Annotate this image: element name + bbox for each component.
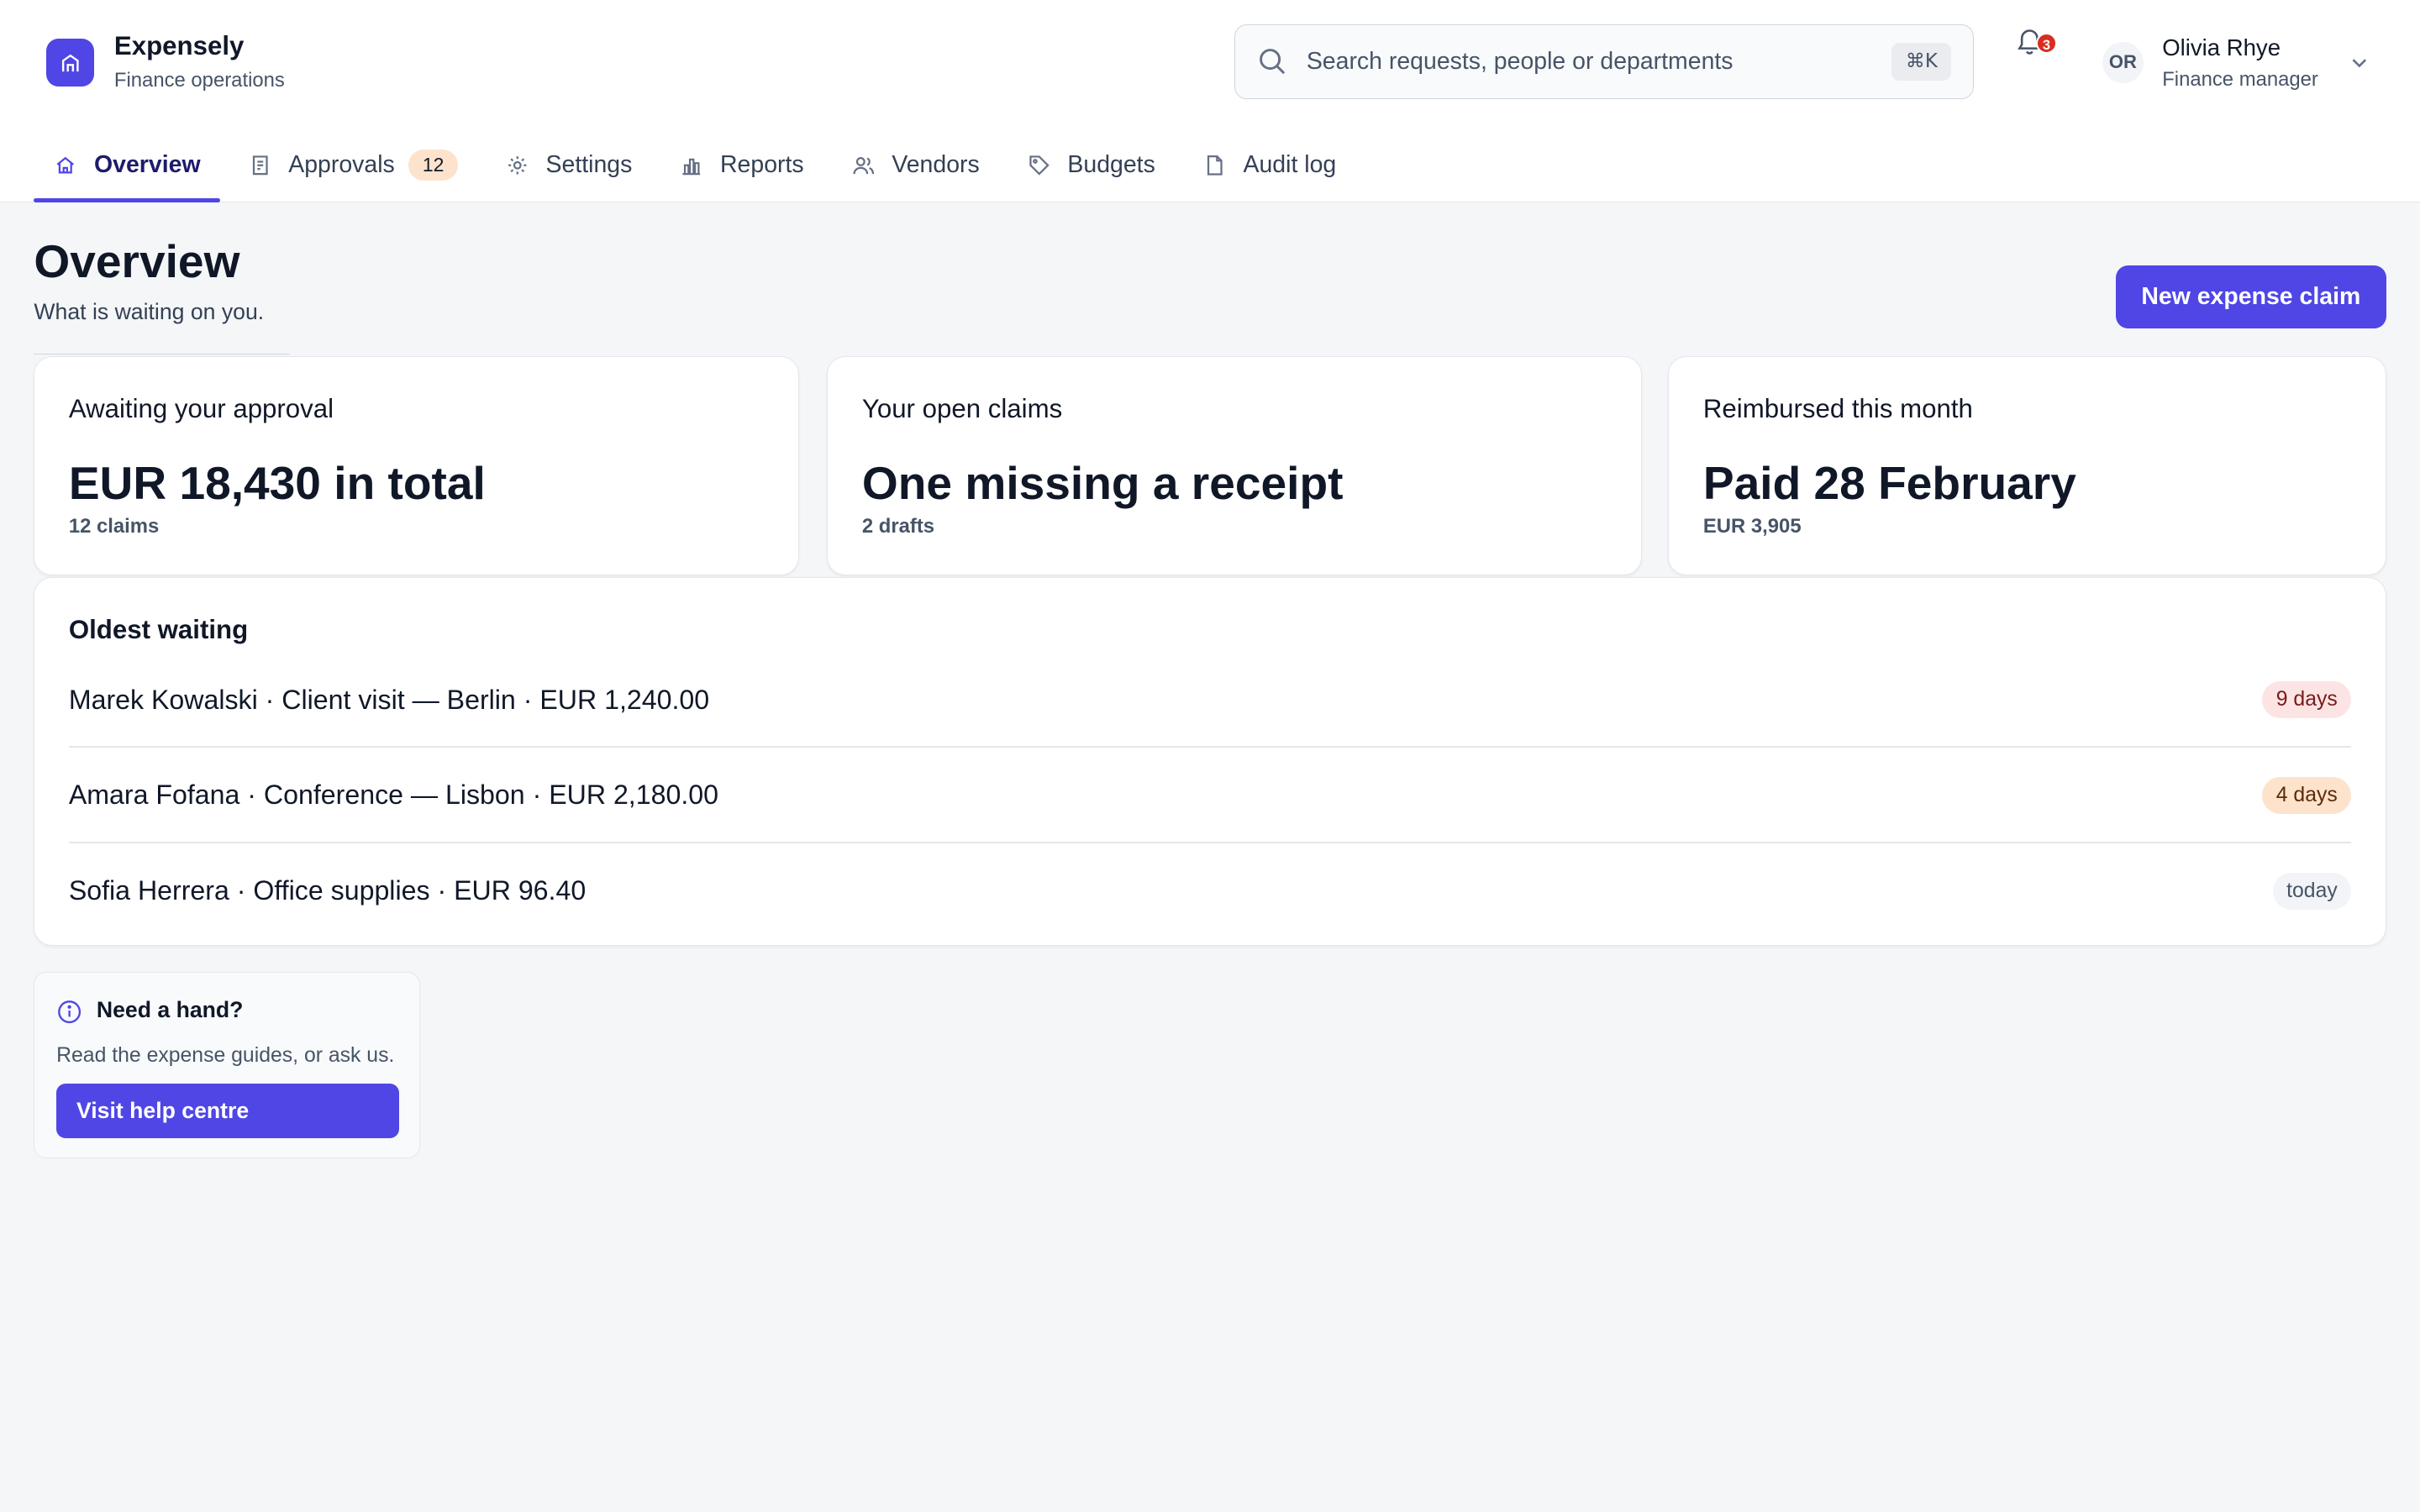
tab-overview[interactable]: Overview — [34, 129, 221, 202]
user-role: Finance manager — [2162, 68, 2318, 92]
age-badge: 9 days — [2262, 680, 2352, 719]
brand-logo-icon — [46, 38, 95, 87]
stat-value: Paid 28 February — [1702, 456, 2076, 509]
bar-chart-icon — [682, 158, 701, 175]
tab-label: Audit log — [1243, 151, 1337, 179]
age-badge: 4 days — [2262, 776, 2352, 814]
tab-label: Settings — [545, 151, 633, 179]
avatar: OR — [2102, 41, 2144, 84]
tab-label: Vendors — [892, 151, 980, 179]
stat-value: One missing a receipt — [861, 456, 1344, 509]
heading-divider — [34, 353, 291, 355]
stat-card-open-claims[interactable]: Your open claims One missing a receipt 2… — [827, 356, 1643, 576]
search-box[interactable]: ⌘K — [1234, 24, 1975, 99]
approvals-count-badge: 12 — [408, 150, 458, 181]
tab-label: Budgets — [1067, 151, 1155, 179]
tab-label: Overview — [94, 151, 201, 179]
page-subtitle: What is waiting on you. — [34, 299, 265, 325]
tab-reports[interactable]: Reports — [660, 129, 823, 200]
age-badge: today — [2272, 872, 2352, 910]
list-item[interactable]: Marek Kowalski · Client visit — Berlin ·… — [68, 652, 2352, 748]
main-tabs: Overview Approvals 12 Settings Reports V… — [34, 129, 1364, 202]
info-icon — [58, 1000, 82, 1024]
stat-meta: 12 claims — [68, 514, 160, 538]
top-header: Expensely Finance operations ⌘K 3 OR Oli… — [0, 0, 2420, 202]
help-title: Need a hand? — [96, 997, 244, 1023]
tab-settings[interactable]: Settings — [486, 129, 652, 200]
stat-value: EUR 18,430 in total — [68, 456, 486, 509]
app-root: Expensely Finance operations ⌘K 3 OR Oli… — [0, 0, 2420, 1512]
stat-meta: EUR 3,905 — [1702, 514, 1802, 538]
receipt-icon — [252, 155, 268, 175]
gear-icon — [508, 155, 527, 175]
tab-audit-log[interactable]: Audit log — [1183, 129, 1356, 200]
oldest-waiting-card: Oldest waiting Marek Kowalski · Client v… — [34, 576, 2386, 946]
stat-label: Your open claims — [861, 394, 1063, 424]
home-icon — [56, 156, 75, 174]
document-icon — [1207, 155, 1223, 176]
stat-meta: 2 drafts — [861, 514, 935, 538]
claim-summary: Amara Fofana · Conference — Lisbon · EUR… — [68, 780, 718, 811]
notifications-button[interactable]: 3 — [2014, 26, 2058, 60]
search-icon — [1260, 49, 1286, 75]
list-item[interactable]: Amara Fofana · Conference — Lisbon · EUR… — [68, 748, 2352, 843]
stat-label: Awaiting your approval — [68, 394, 334, 424]
brand-subtitle: Finance operations — [113, 68, 285, 92]
tab-label: Approvals — [288, 151, 395, 179]
visit-help-centre-button[interactable]: Visit help centre — [56, 1084, 399, 1138]
chevron-down-icon — [2353, 59, 2367, 68]
tab-approvals[interactable]: Approvals 12 — [229, 129, 478, 200]
tag-icon — [1028, 155, 1050, 176]
claim-summary: Sofia Herrera · Office supplies · EUR 96… — [68, 875, 587, 906]
oldest-waiting-title: Oldest waiting — [68, 615, 249, 644]
claim-summary: Marek Kowalski · Client visit — Berlin ·… — [68, 684, 710, 715]
notification-count-badge: 3 — [2035, 32, 2058, 55]
brand-name: Expensely — [113, 31, 245, 61]
user-name: Olivia Rhye — [2162, 34, 2281, 61]
users-icon — [853, 156, 874, 174]
tab-budgets[interactable]: Budgets — [1007, 129, 1176, 200]
help-card: Need a hand? Read the expense guides, or… — [34, 972, 420, 1159]
stat-card-reimbursed[interactable]: Reimbursed this month Paid 28 February E… — [1668, 356, 2386, 576]
help-text: Read the expense guides, or ask us. — [56, 1043, 395, 1067]
search-input[interactable] — [1306, 25, 1892, 98]
brand[interactable]: Expensely Finance operations — [46, 28, 285, 94]
page-title: Overview — [34, 235, 240, 288]
list-item[interactable]: Sofia Herrera · Office supplies · EUR 96… — [68, 843, 2352, 939]
tab-label: Reports — [720, 151, 804, 179]
user-menu[interactable]: OR Olivia Rhye Finance manager — [2102, 34, 2367, 95]
search-shortcut: ⌘K — [1891, 43, 1952, 81]
stat-label: Reimbursed this month — [1702, 394, 1973, 424]
stat-card-awaiting-approval[interactable]: Awaiting your approval EUR 18,430 in tot… — [34, 356, 800, 576]
tab-vendors[interactable]: Vendors — [832, 129, 1000, 200]
new-expense-claim-button[interactable]: New expense claim — [2116, 265, 2386, 329]
